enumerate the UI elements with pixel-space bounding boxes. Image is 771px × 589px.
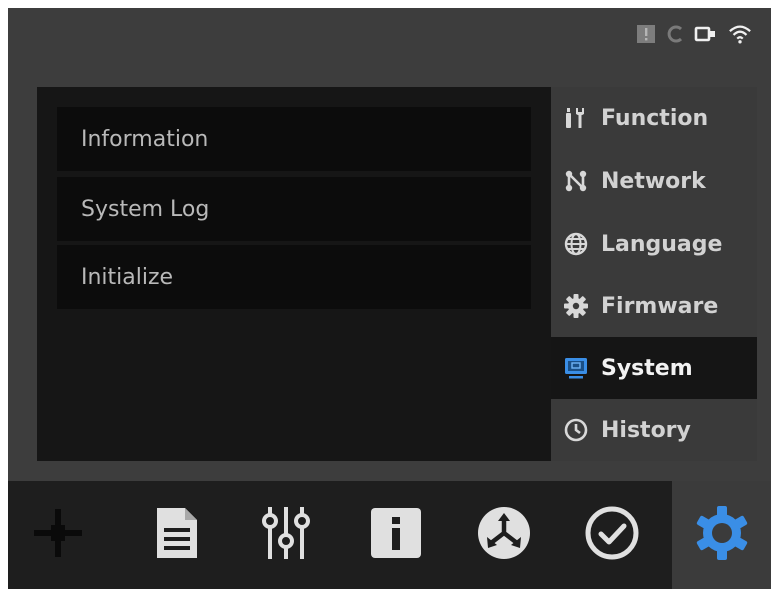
move-axes-icon [28,503,88,567]
sync-icon [664,22,688,46]
tool-change-icon [476,505,532,565]
sliders-icon [260,505,312,565]
tab-info[interactable] [346,481,446,589]
side-menu-item-system[interactable]: System [551,337,757,399]
wifi-icon [728,22,752,46]
usb-icon [694,22,718,46]
tab-files[interactable] [126,481,226,589]
side-menu-item-network[interactable]: Network [551,150,757,212]
side-menu: Function Network Language Firmware Syste… [551,87,757,461]
tab-settings[interactable] [672,481,771,589]
information-label: Information [81,126,209,152]
alert-icon [634,22,658,46]
monitor-icon [563,355,589,381]
side-menu-item-language[interactable]: Language [551,213,757,275]
initialize-item[interactable]: Initialize [57,245,531,309]
side-menu-label: Language [601,231,723,257]
initialize-label: Initialize [81,264,174,290]
status-bar [8,8,771,80]
content-panel: Information System Log Initialize [37,87,551,461]
bottom-tab-bar [8,481,771,589]
info-icon [369,506,423,564]
tab-move[interactable] [8,481,108,589]
side-menu-label: Firmware [601,293,719,319]
side-menu-item-history[interactable]: History [551,399,757,461]
tab-confirm[interactable] [562,481,662,589]
tab-tool-change[interactable] [454,481,554,589]
side-menu-label: Network [601,168,706,194]
check-circle-icon [584,505,640,565]
system-log-label: System Log [81,196,210,222]
tools-icon [563,105,589,131]
side-menu-label: System [601,355,693,381]
firmware-gear-icon [563,293,589,319]
clock-icon [563,417,589,443]
information-item[interactable]: Information [57,107,531,171]
document-icon [151,506,201,564]
globe-icon [563,231,589,257]
tab-adjust[interactable] [236,481,336,589]
side-menu-label: Function [601,105,709,131]
side-menu-label: History [601,417,691,443]
device-screen: Information System Log Initialize Functi… [8,8,771,589]
system-log-item[interactable]: System Log [57,177,531,241]
side-menu-item-function[interactable]: Function [551,87,757,149]
side-menu-item-firmware[interactable]: Firmware [551,275,757,337]
settings-gear-icon [693,504,751,566]
network-icon [563,168,589,194]
